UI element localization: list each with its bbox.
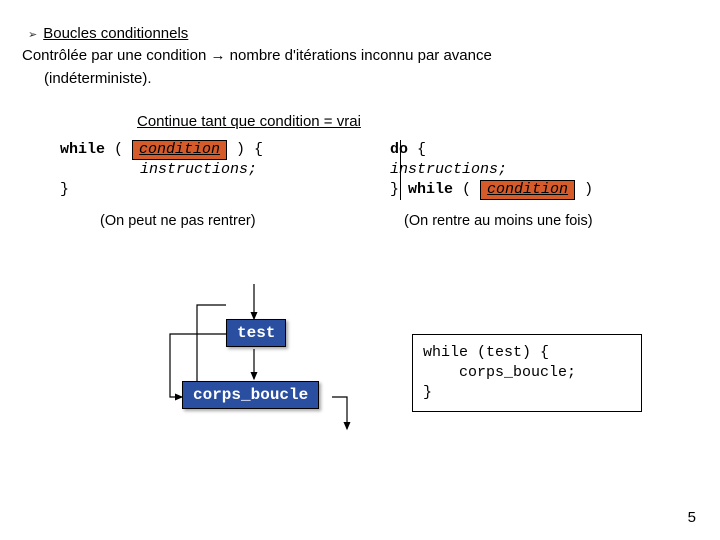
- flow-diagram: test corps_boucle while (test) { corps_b…: [22, 279, 698, 449]
- section-title: Continue tant que condition = vrai: [137, 113, 698, 130]
- diagram-arrows: [22, 279, 382, 449]
- arrow-icon: →: [210, 47, 225, 64]
- condition-box: condition: [132, 140, 227, 160]
- column-divider: [400, 140, 401, 200]
- do-while-caption: (On rentre au moins une fois): [390, 213, 698, 229]
- while-example: while ( condition ) { instructions; } (O…: [60, 140, 360, 229]
- code-box: while (test) { corps_boucle; }: [412, 334, 642, 413]
- page-number: 5: [688, 509, 696, 526]
- diagram-body-box: corps_boucle: [182, 381, 319, 409]
- do-while-example: do { instructions; } while ( condition )…: [360, 140, 698, 229]
- heading-text: Boucles conditionnels: [43, 24, 188, 44]
- bulleted-heading: ➢ Boucles conditionnels: [22, 24, 698, 44]
- condition-box: condition: [480, 180, 575, 200]
- while-caption: (On peut ne pas rentrer): [60, 213, 360, 229]
- description-line-1: Contrôlée par une condition → nombre d'i…: [22, 46, 698, 66]
- diagram-test-box: test: [226, 319, 286, 347]
- bullet-chevron-icon: ➢: [28, 28, 37, 43]
- description-line-2: (indéterministe).: [22, 69, 698, 89]
